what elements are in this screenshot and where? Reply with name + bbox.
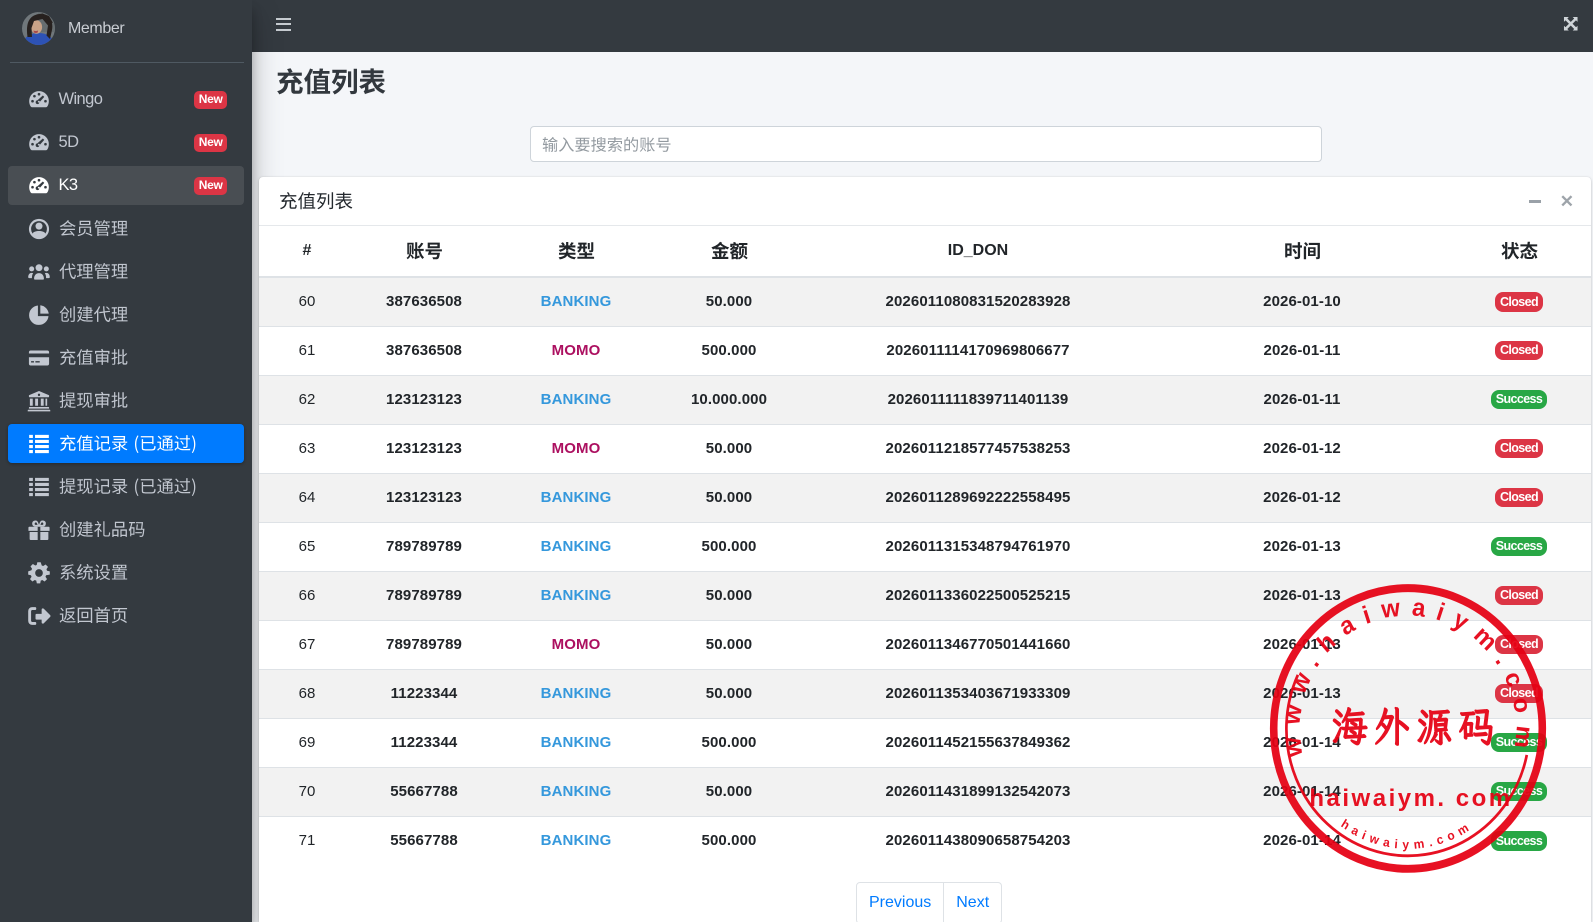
svg-text:haiwaiym. com: haiwaiym. com (1309, 785, 1512, 812)
svg-text:www.haiwaiym.com: www.haiwaiym.com (1279, 593, 1538, 760)
